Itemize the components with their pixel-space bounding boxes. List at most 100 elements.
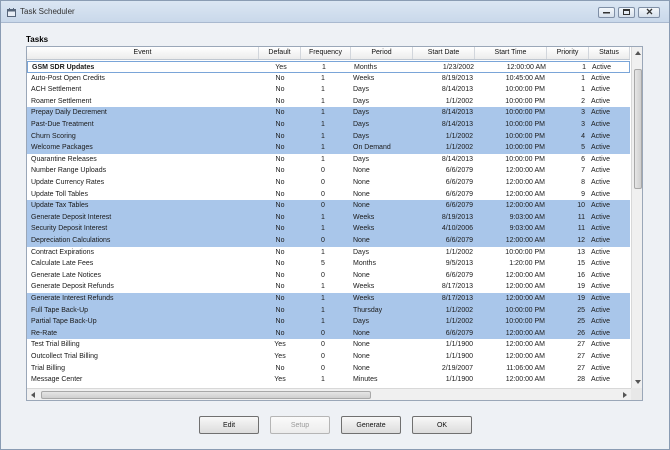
horizontal-scrollbar[interactable] (27, 388, 631, 400)
column-header-frequency[interactable]: Frequency (301, 47, 351, 59)
minimize-button[interactable] (598, 7, 615, 18)
table-row[interactable]: Test Trial Billing Yes 0 None 1/1/1900 12:00:… (27, 339, 630, 351)
table-row[interactable]: Roamer Settlement No 1 Days 1/1/2002 10:00:00… (27, 96, 630, 108)
cell-status: Active (591, 353, 611, 360)
scroll-right-arrow-icon[interactable] (619, 389, 631, 400)
cell-start-time: 12:00:00 AM (505, 179, 545, 186)
table-row[interactable]: Trial Billing No 0 None 2/19/2007 11:06:00 AM… (27, 363, 630, 375)
cell-start-date: 1/1/1900 (445, 341, 473, 349)
cell-priority: 26 (577, 329, 585, 337)
ok-button[interactable]: OK (412, 416, 472, 434)
cell-frequency: 0 (321, 364, 325, 372)
cell-frequency: 1 (321, 109, 325, 117)
cell-priority: 2 (581, 97, 585, 105)
table-row[interactable]: Past-Due Treatment No 1 Days 8/14/2013 10:00:… (27, 119, 630, 131)
cell-period: None (353, 329, 370, 337)
cell-start-date: 2/19/2007 (441, 364, 473, 372)
table-row[interactable]: Outcollect Trial Billing Yes 0 None 1/1/1900… (27, 351, 630, 363)
cell-frequency: 1 (321, 295, 325, 302)
close-icon (646, 8, 653, 17)
table-row[interactable]: Full Tape Back-Up No 1 Thursday 1/1/2002 10:0… (27, 304, 630, 317)
column-header-priority[interactable]: Priority (547, 47, 589, 59)
column-header-default[interactable]: Default (259, 47, 301, 59)
cell-priority: 11 (577, 225, 585, 233)
cell-start-date: 8/14/2013 (441, 109, 473, 117)
table-row[interactable]: Re-Rate No 0 None 6/6/2079 12:00:00 AM 26 Activ… (27, 327, 630, 340)
cell-start-time: 1:20:00 PM (509, 260, 545, 268)
cell-event: Past-Due Treatment (31, 121, 94, 128)
table-row[interactable]: Contract Expirations No 1 Days 1/1/2002 10:00… (27, 247, 630, 259)
table-row[interactable]: Generate Late Notices No 0 None 6/6/2079 12:0… (27, 270, 630, 282)
scroll-up-arrow-icon[interactable] (632, 47, 642, 59)
cell-start-date: 8/19/2013 (441, 213, 473, 221)
table-row[interactable]: Generate Deposit Refunds No 1 Weeks 8/17/201… (27, 281, 630, 293)
cell-status: Active (591, 74, 611, 82)
cell-frequency: 0 (321, 202, 325, 210)
setup-button[interactable]: Setup (270, 416, 330, 434)
table-row[interactable]: Auto-Post Open Credits No 1 Weeks 8/19/2013 1… (27, 73, 630, 85)
cell-start-time: 12:00:00 AM (505, 237, 545, 244)
title-bar[interactable]: Task Scheduler (1, 1, 669, 23)
cell-frequency: 0 (321, 167, 325, 175)
table-row[interactable]: Number Range Uploads No 0 None 6/6/2079 12:00… (27, 165, 630, 177)
cell-period: On Demand (353, 144, 391, 152)
cell-status: Active (591, 144, 611, 152)
cell-start-date: 8/14/2013 (441, 155, 473, 163)
table-row[interactable]: GSM SDR Updates Yes 1 Months 1/23/2002 12:00:… (27, 61, 630, 73)
cell-status: Active (591, 225, 611, 233)
cell-status: Active (591, 376, 611, 384)
table-row[interactable]: Calculate Late Fees No 5 Months 9/5/2013 1:20… (27, 258, 630, 270)
cell-priority: 16 (577, 271, 585, 279)
table-row[interactable]: Update Toll Tables No 0 None 6/6/2079 12:00:0… (27, 189, 630, 201)
cell-start-date: 1/1/2002 (445, 306, 473, 314)
close-button[interactable] (638, 7, 660, 18)
maximize-button[interactable] (618, 7, 635, 18)
cell-priority: 28 (577, 376, 585, 384)
table-row[interactable]: Partial Tape Back-Up No 1 Days 1/1/2002 10:00… (27, 316, 630, 328)
table-row[interactable]: Security Deposit Interest No 1 Weeks 4/10/20… (27, 223, 630, 235)
cell-period: None (353, 353, 370, 360)
vertical-scrollbar[interactable] (631, 47, 642, 388)
cell-status: Active (591, 132, 611, 140)
column-header-event[interactable]: Event (27, 47, 259, 59)
column-header-start-time[interactable]: Start Time (475, 47, 547, 59)
table-row[interactable]: Generate Deposit Interest No 1 Weeks 8/19/20… (27, 211, 630, 224)
cell-frequency: 0 (321, 329, 325, 337)
horizontal-scroll-thumb[interactable] (41, 391, 371, 399)
table-row[interactable]: Churn Scoring No 1 Days 1/1/2002 10:00:00 PM 4… (27, 130, 630, 143)
table-row[interactable]: ACH Settlement No 1 Days 8/14/2013 10:00:00 P… (27, 84, 630, 96)
cell-default: No (275, 329, 285, 337)
cell-event: Full Tape Back-Up (31, 306, 89, 314)
cell-status: Active (591, 364, 611, 372)
cell-period: Days (353, 318, 369, 326)
table-row[interactable]: Quarantine Releases No 1 Days 8/14/2013 10:00… (27, 154, 630, 166)
cell-start-date: 1/1/2002 (445, 132, 473, 140)
cell-priority: 27 (577, 353, 585, 360)
scroll-left-arrow-icon[interactable] (27, 389, 39, 400)
table-row[interactable]: Update Tax Tables No 0 None 6/6/2079 12:00:00… (27, 200, 630, 212)
cell-period: Days (353, 155, 369, 163)
vertical-scroll-thumb[interactable] (634, 69, 642, 189)
table-row[interactable]: Message Center Yes 1 Minutes 1/1/1900 12:00:0… (27, 374, 630, 386)
cell-default: No (275, 190, 285, 198)
table-row[interactable]: Depreciation Calculations No 0 None 6/6/2079… (27, 235, 630, 247)
edit-button[interactable]: Edit (199, 416, 259, 434)
generate-button[interactable]: Generate (341, 416, 401, 434)
cell-start-date: 6/6/2079 (445, 202, 473, 210)
scroll-down-arrow-icon[interactable] (632, 376, 642, 388)
table-row[interactable]: Generate Interest Refunds No 1 Weeks 8/17/20… (27, 293, 630, 305)
table-row[interactable]: Update Currency Rates No 0 None 6/6/2079 12:0… (27, 177, 630, 189)
cell-priority: 15 (577, 260, 585, 268)
cell-default: No (275, 213, 285, 221)
table-row[interactable]: Welcome Packages No 1 On Demand 1/1/2002 10:0… (27, 142, 630, 154)
cell-frequency: 1 (321, 213, 325, 221)
cell-period: None (353, 341, 370, 349)
cell-priority: 4 (581, 132, 585, 140)
table-row[interactable]: Prepay Daily Decrement No 1 Days 8/14/2013 10… (27, 107, 630, 119)
cell-default: No (275, 283, 285, 291)
cell-frequency: 0 (321, 190, 325, 198)
column-header-period[interactable]: Period (351, 47, 413, 59)
column-header-status[interactable]: Status (589, 47, 630, 59)
cell-event: Security Deposit Interest (31, 225, 108, 233)
column-header-start-date[interactable]: Start Date (413, 47, 475, 59)
